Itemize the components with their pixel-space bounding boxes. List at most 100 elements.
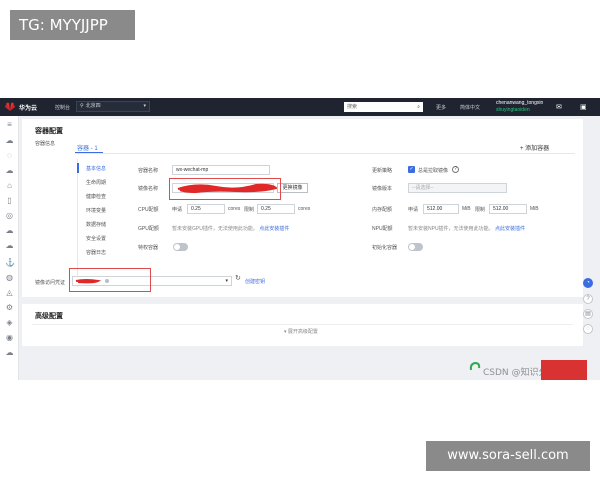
compute-icon[interactable]: ◌ [5, 151, 14, 160]
monitor-icon[interactable]: ☁ [5, 241, 14, 250]
privileged-toggle[interactable] [173, 243, 188, 251]
mem-limit-label: 限制 [475, 207, 486, 213]
container-icon[interactable]: ☁ [5, 226, 14, 235]
always-pull-label: 总是拉取镜像 [418, 168, 449, 174]
subnav-active-marker [77, 163, 79, 173]
cloud-icon[interactable]: ☁ [5, 166, 14, 175]
more-menu[interactable]: 更多 [436, 104, 446, 111]
npu-hint: 暂未安装NPU插件，无法使用此功能。 点此安装插件 [408, 225, 525, 232]
image-tag-placeholder: --请选择-- [412, 185, 434, 191]
gpu-hint-text: 暂未安装GPU插件，无法使用此功能。 [172, 226, 258, 232]
username[interactable]: chenanwang_tongxin [496, 100, 543, 106]
cpu-limit-label: 限制 [244, 207, 255, 213]
console-link[interactable]: 控制台 [55, 104, 70, 111]
init-container-toggle[interactable] [408, 243, 423, 251]
brand-name: 华为云 [19, 106, 38, 112]
anchor-icon[interactable]: ⚓ [5, 258, 15, 267]
subnav-data-storage[interactable]: 数据存储 [86, 221, 106, 228]
target-icon[interactable]: ◉ [5, 333, 14, 342]
tools-icon[interactable]: ◈ [5, 318, 14, 327]
highlight-box-secret [69, 268, 151, 292]
cpu-limit-input[interactable]: 0.25 [257, 204, 295, 214]
advanced-config-card: 高级配置 ▾ 展开高级配置 [22, 304, 583, 346]
cloud-service-icon[interactable]: ☁ [5, 136, 14, 145]
search-input[interactable]: 搜索 ⌕ [344, 102, 423, 112]
help-circle-icon[interactable]: ? [583, 294, 593, 304]
expand-advanced-button[interactable]: ▾ 展开高级配置 [284, 328, 318, 335]
cluster-icon[interactable]: ◍ [5, 273, 14, 282]
advanced-config-title: 高级配置 [35, 313, 63, 320]
container-name-value: wx-wechat-mp [176, 167, 209, 173]
settings-icon[interactable]: ⚙ [5, 303, 14, 312]
language-select[interactable]: 简体中文 [460, 104, 480, 111]
chevron-down-icon: ▾ [143, 103, 146, 109]
next-step-button[interactable] [541, 360, 587, 380]
tab-container-1[interactable]: 容器 - 1 [77, 143, 98, 152]
top-bar: 华为云 控制台 ⚲ 北京四 ▾ 搜索 ⌕ 更多 简体中文 chenanwang_t… [0, 98, 600, 116]
mem-limit-value: 512.00 [493, 206, 509, 212]
console-screenshot: 华为云 控制台 ⚲ 北京四 ▾ 搜索 ⌕ 更多 简体中文 chenanwang_t… [0, 98, 600, 380]
document-icon[interactable]: ▤ [583, 309, 593, 319]
tg-overlay-label: TG: MYYJJPP [10, 10, 135, 40]
subnav-container-logs[interactable]: 容器日志 [86, 249, 106, 256]
privileged-label: 特权容器 [138, 245, 159, 251]
region-select[interactable]: ⚲ 北京四 ▾ [76, 101, 150, 112]
message-icon[interactable]: ✉ [556, 103, 562, 111]
cpu-request-input[interactable]: 0.25 [187, 204, 225, 214]
security-icon[interactable]: ◬ [5, 288, 14, 297]
image-name-label: 镜像名称 [138, 186, 159, 192]
advanced-divider [32, 324, 573, 325]
assistant-icon[interactable]: ◔ [583, 278, 593, 288]
cart-icon[interactable]: ▣ [580, 103, 587, 111]
npu-hint-text: 暂未安装NPU插件，无法使用此功能。 [408, 226, 494, 232]
add-container-button[interactable]: + 添加容器 [520, 143, 549, 152]
npu-install-link[interactable]: 点此安装插件 [495, 226, 525, 232]
mem-limit-input[interactable]: 512.00 [489, 204, 527, 214]
subnav-health-check[interactable]: 健康检查 [86, 193, 106, 200]
highlight-box-image [169, 178, 281, 200]
subnav-lifecycle[interactable]: 生命周期 [86, 179, 106, 186]
location-pin-icon: ⚲ [80, 103, 84, 109]
refresh-icon[interactable]: ↻ [235, 274, 241, 282]
mem-request-unit: MiB [462, 206, 471, 212]
mem-request-input[interactable]: 512.00 [423, 204, 459, 214]
create-secret-link[interactable]: 创建密钥 [245, 278, 265, 285]
container-config-title: 容器配置 [35, 128, 63, 135]
help-icon[interactable]: ? [452, 166, 459, 173]
mem-request-label: 申请 [408, 207, 419, 213]
cpu-limit-unit: cores [298, 206, 311, 212]
mem-request-value: 512.00 [427, 206, 443, 212]
subnav-security[interactable]: 安全设置 [86, 235, 106, 242]
chat-icon[interactable]: ◌ [583, 324, 593, 334]
database-icon[interactable]: ◎ [5, 211, 14, 220]
tab-divider [75, 153, 575, 154]
update-strategy-label: 更新策略 [372, 168, 393, 174]
network-icon[interactable]: ⌂ [5, 181, 14, 190]
region-value: 北京四 [85, 103, 101, 109]
gpu-hint: 暂未安装GPU插件，无法使用此功能。 点此安装插件 [172, 225, 289, 232]
site-overlay-label: www.sora-sell.com [426, 441, 590, 471]
storage-icon[interactable]: ▯ [5, 196, 14, 205]
change-image-button[interactable]: 更换镜像 [277, 183, 308, 193]
always-pull-checkbox[interactable]: ✓ [408, 166, 415, 173]
cpu-request-value: 0.25 [191, 206, 201, 212]
container-info-label: 容器信息 [35, 141, 56, 147]
npu-quota-label: NPU配额 [372, 226, 393, 232]
account-name[interactable]: shuyingtaoiden [496, 107, 530, 113]
search-icon[interactable]: ⌕ [417, 102, 420, 112]
menu-icon[interactable]: ≡ [5, 120, 14, 129]
container-config-card: 容器配置 容器信息 容器 - 1 + 添加容器 基本信息 生命周期 健康检查 环… [22, 119, 583, 297]
image-tag-select[interactable]: --请选择-- [408, 183, 507, 193]
cpu-quota-label: CPU配额 [138, 207, 159, 213]
cloud-bottom-icon[interactable]: ☁ [5, 348, 14, 357]
mem-limit-unit: MiB [530, 206, 539, 212]
search-placeholder: 搜索 [347, 104, 358, 110]
chevron-down-icon: ▾ [225, 278, 228, 284]
gpu-install-link[interactable]: 点此安装插件 [259, 226, 289, 232]
image-tag-label: 镜像版本 [372, 186, 393, 192]
subnav-env-vars[interactable]: 环境变量 [86, 207, 106, 214]
page: TG: MYYJJPP 华为云 控制台 ⚲ 北京四 ▾ 搜索 ⌕ 更多 简体中文 … [0, 0, 600, 480]
cpu-request-label: 申请 [172, 207, 183, 213]
subnav-basic-info[interactable]: 基本信息 [86, 165, 106, 172]
container-name-input[interactable]: wx-wechat-mp [172, 165, 270, 175]
